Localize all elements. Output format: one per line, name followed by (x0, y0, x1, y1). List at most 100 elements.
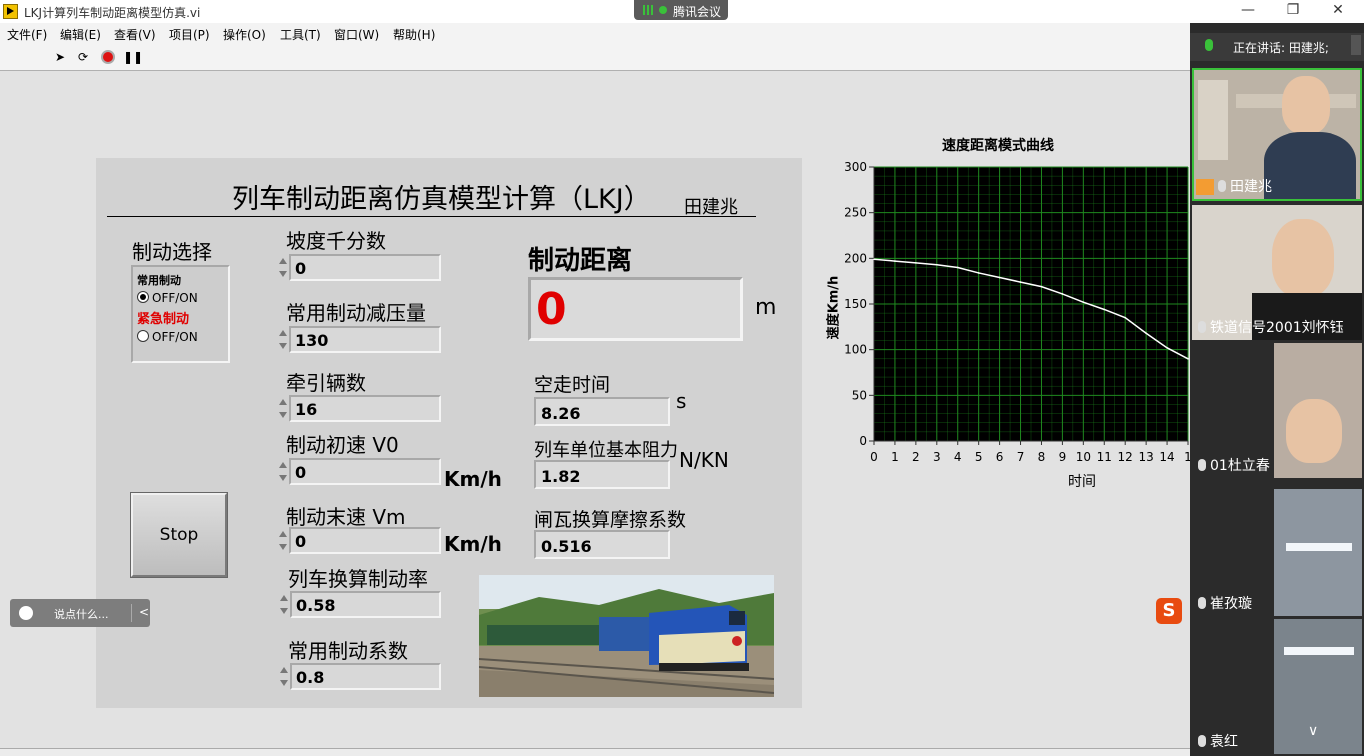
sidebar-expand-icon[interactable] (1351, 35, 1361, 55)
ceiling-light (1284, 647, 1354, 655)
participant-body (1264, 132, 1356, 199)
participant-video (1274, 489, 1362, 616)
x-tick-label: 13 (1138, 450, 1153, 464)
service-brake-coef-input[interactable]: 0.8 (290, 663, 441, 690)
car-count-spinner[interactable] (278, 394, 288, 423)
brake-ratio-spinner[interactable] (279, 590, 289, 619)
pressure-reduction-spinner[interactable] (278, 325, 288, 354)
minimize-icon[interactable]: — (1233, 2, 1263, 18)
meeting-badge[interactable]: 腾讯会议 (634, 0, 728, 20)
speed-curve-point (1124, 316, 1126, 319)
pause-icon[interactable]: ❚❚ (123, 50, 143, 64)
participant-name: 铁道信号2001刘怀钰 (1198, 317, 1344, 337)
panel-title: 列车制动距离仿真模型计算（LKJ） (232, 184, 651, 215)
participant-tile[interactable]: 01杜立春 (1192, 343, 1362, 478)
y-tick-label: 200 (844, 251, 867, 265)
brake-ratio-input[interactable]: 0.58 (290, 591, 441, 618)
close-icon[interactable]: ✕ (1323, 2, 1353, 18)
brake-distance-label: 制动距离 (528, 246, 633, 276)
speed-curve-point (1145, 332, 1147, 335)
normal-brake-radio[interactable] (137, 291, 149, 303)
speaking-text: 正在讲话: 田建兆; (1233, 41, 1329, 55)
initial-speed-input[interactable]: 0 (289, 458, 441, 485)
participant-tile[interactable]: 崔孜璇 (1192, 481, 1362, 616)
window-titlebar: LKJ计算列车制动距离模型仿真.vi 腾讯会议 — ❐ ✕ (0, 0, 1364, 23)
stop-button[interactable]: Stop (130, 492, 228, 578)
sogou-ime-icon[interactable]: S (1156, 598, 1182, 624)
locomotive-photo-drawing (479, 589, 774, 697)
x-tick-label: 6 (996, 450, 1004, 464)
menu-file[interactable]: 文件(F) (7, 26, 47, 43)
initial-speed-spinner[interactable] (278, 457, 288, 486)
car-count-input[interactable]: 16 (289, 395, 441, 422)
bookshelf-decor (1198, 80, 1228, 160)
run-continuously-icon[interactable]: ⟳ (76, 50, 90, 64)
menu-project[interactable]: 项目(P) (169, 26, 210, 43)
x-tick-label: 4 (954, 450, 962, 464)
emergency-brake-radio[interactable] (137, 330, 149, 342)
initial-speed-unit: Km/h (444, 467, 502, 491)
normal-brake-label: 常用制动 (137, 274, 181, 287)
x-tick-label: 10 (1076, 450, 1091, 464)
x-tick-label: 14 (1159, 450, 1174, 464)
final-speed-input[interactable]: 0 (289, 527, 441, 554)
taskbar-strip (0, 748, 1190, 756)
speaking-indicator: 正在讲话: 田建兆; (1190, 33, 1364, 61)
idle-time-unit: s (676, 389, 687, 413)
menu-edit[interactable]: 编辑(E) (60, 26, 101, 43)
normal-brake-toggle-label: OFF/ON (152, 291, 198, 305)
x-tick-label: 9 (1059, 450, 1067, 464)
participant-tile[interactable]: 田建兆 (1192, 68, 1362, 201)
menu-help[interactable]: 帮助(H) (393, 26, 435, 43)
menu-tools[interactable]: 工具(T) (280, 26, 321, 43)
speed-distance-chart: 0501001502002503000 1 2 3 4 5 6 7 8 9 10 11 12 13 14 1 (844, 160, 1190, 464)
participant-name: 崔孜璇 (1198, 593, 1252, 613)
speed-curve-point (936, 263, 938, 266)
brake-ratio-label: 列车换算制动率 (288, 567, 428, 591)
participant-name: 田建兆 (1218, 176, 1272, 196)
menu-view[interactable]: 查看(V) (114, 26, 156, 43)
chat-collapse-icon[interactable]: < (139, 605, 149, 619)
speed-curve-point (1103, 308, 1106, 311)
speed-curve-point (998, 276, 1001, 279)
menu-window[interactable]: 窗口(W) (334, 26, 379, 43)
pressure-reduction-input[interactable]: 130 (289, 326, 441, 353)
basic-resistance-unit: N/KN (679, 448, 729, 472)
chat-divider (131, 604, 132, 622)
toolbar: ➤ ⟳ ❚❚ (0, 43, 1190, 71)
basic-resistance-label: 列车单位基本阻力 (534, 440, 678, 461)
abort-icon[interactable] (101, 50, 115, 64)
speed-curve-point (1040, 285, 1043, 288)
speed-curve-point (915, 262, 917, 264)
y-tick-label: 0 (859, 434, 867, 448)
final-speed-spinner[interactable] (278, 526, 288, 555)
participant-name-text: 01杜立春 (1210, 458, 1270, 474)
run-icon[interactable]: ➤ (53, 50, 67, 64)
muted-mic-icon (1198, 321, 1206, 333)
speed-curve-point (1166, 347, 1168, 349)
final-speed-unit: Km/h (444, 532, 502, 556)
signal-icon (643, 5, 654, 15)
gradient-spinner[interactable] (278, 253, 288, 282)
brake-select-group: 常用制动 OFF/ON 紧急制动 OFF/ON (131, 265, 230, 363)
x-tick-label: 8 (1038, 450, 1046, 464)
chat-input[interactable]: 说点什么... < (10, 599, 150, 627)
initial-speed-label: 制动初速 V0 (286, 433, 399, 457)
brake-distance-value: 0 (536, 284, 567, 335)
chat-placeholder: 说点什么... (54, 608, 109, 621)
brake-select-label: 制动选择 (132, 240, 212, 264)
participant-tile[interactable]: 铁道信号2001刘怀钰 (1192, 205, 1362, 340)
menu-operate[interactable]: 操作(O) (223, 26, 266, 43)
service-brake-coef-spinner[interactable] (279, 662, 289, 691)
chevron-down-icon[interactable]: ∨ (1308, 723, 1318, 739)
window-title: LKJ计算列车制动距离模型仿真.vi (24, 6, 201, 20)
y-tick-label: 50 (852, 388, 867, 402)
service-brake-coef-label: 常用制动系数 (288, 639, 408, 663)
participant-tile[interactable]: ∨ 袁红 (1192, 619, 1362, 754)
labview-app-icon (3, 4, 18, 19)
participant-name-text: 田建兆 (1230, 179, 1272, 195)
restore-icon[interactable]: ❐ (1278, 2, 1308, 18)
x-tick-label: 11 (1097, 450, 1112, 464)
gradient-input[interactable]: 0 (289, 254, 441, 281)
emoji-icon[interactable] (19, 606, 33, 620)
